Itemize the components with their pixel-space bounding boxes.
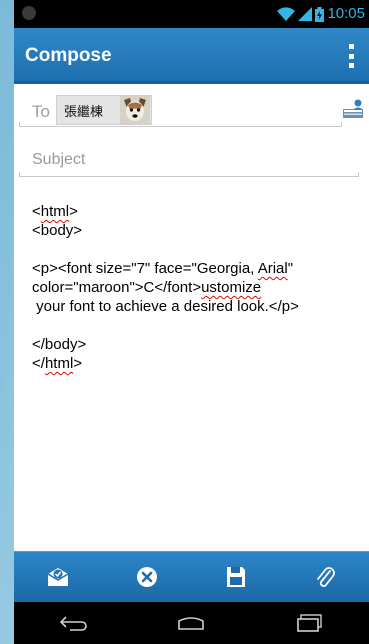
action-bar: Compose [14,28,369,84]
signal-icon [298,7,313,21]
subject-input[interactable]: Subject [32,151,85,169]
body-line: <html> [32,202,367,221]
bottom-action-bar [14,552,369,602]
body-line: </html> [32,354,367,373]
body-text-segment: > [73,355,83,372]
body-line: color="maroon">C</font>ustomize [32,278,367,297]
add-contact-icon[interactable] [343,98,365,120]
status-bar: 10:05 [14,0,369,28]
body-text-segment: <body> [32,222,83,239]
save-draft-button[interactable] [211,557,261,597]
wifi-icon [277,7,296,21]
message-body-input[interactable]: <html> <body> <p><font size="7" face="Geor… [32,202,367,373]
back-button[interactable] [43,608,103,638]
recipient-chip[interactable]: 張繼棟 [56,95,152,125]
save-icon [226,567,245,587]
to-label: To [32,102,50,121]
send-button[interactable] [33,557,83,597]
overflow-menu-icon[interactable] [349,44,355,68]
navigation-bar [14,602,369,644]
body-line: <p><font size="7" face="Georgia, Arial" [32,259,367,278]
recent-apps-icon [297,614,322,632]
status-icons: 10:05 [277,6,365,22]
status-clock: 10:05 [327,5,365,22]
attach-icon [316,567,335,587]
body-text-segment: color="maroon">C</font> [32,279,202,296]
dog-avatar-icon [120,96,150,124]
notification-icon [22,6,36,20]
home-icon [178,617,205,630]
compose-form: To 張繼棟 Subject <html> <body> <p><font si… [14,84,369,553]
misspelled-word: html [40,203,70,220]
back-icon [60,616,87,631]
body-line: </body> [32,335,367,354]
home-button[interactable] [161,608,221,638]
body-text-segment: </ [32,355,45,372]
recent-apps-button[interactable] [280,608,340,638]
page-title: Compose [25,45,112,66]
send-icon [47,568,69,586]
to-field-underline [19,122,342,127]
subject-underline [19,172,359,177]
body-text-segment: <p><font size="7" face="Georgia, [32,260,258,277]
body-text-segment: " [287,260,294,277]
battery-icon [315,6,325,22]
body-text-segment: < [32,203,41,220]
body-line: <body> [32,221,367,240]
body-text-segment: > [69,203,78,220]
body-text-segment: your font to achieve a desired look.</p> [32,298,299,315]
avatar [120,96,150,124]
phone-screen: 10:05 Compose To 張繼棟 Subject <html> <bod… [14,0,369,644]
discard-icon [137,567,158,587]
body-line: your font to achieve a desired look.</p> [32,297,367,316]
body-line [32,316,367,335]
misspelled-word: html [44,355,74,372]
misspelled-word: ustomize [201,279,262,296]
misspelled-word: Arial [257,260,288,277]
attach-button[interactable] [300,557,350,597]
body-text-segment: </body> [32,336,87,353]
body-line [32,240,367,259]
discard-button[interactable] [122,557,172,597]
recipient-name: 張繼棟 [64,104,104,120]
